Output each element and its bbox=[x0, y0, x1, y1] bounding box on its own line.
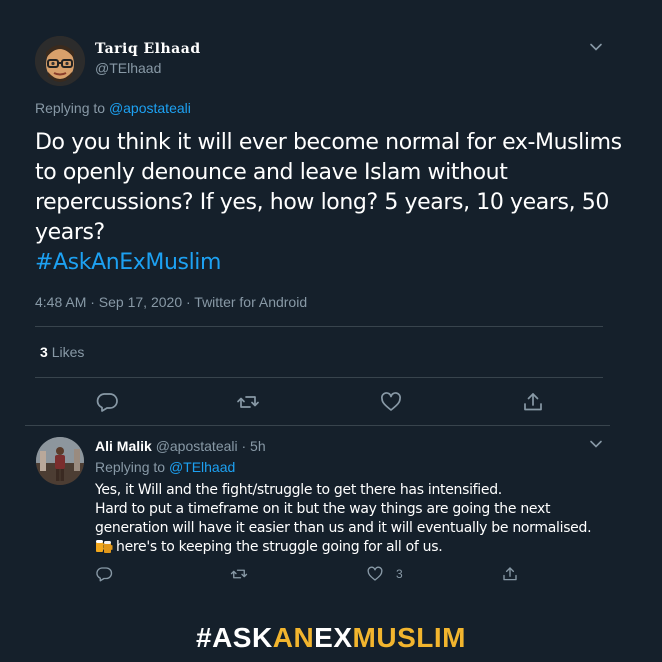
retweet-icon[interactable] bbox=[236, 390, 260, 414]
likes-label: Likes bbox=[51, 344, 85, 360]
reply-text-line: Yes, it Will and the fight/struggle to g… bbox=[95, 482, 502, 498]
banner-part: MUSLIM bbox=[352, 622, 466, 653]
divider bbox=[35, 377, 603, 378]
avatar[interactable] bbox=[35, 36, 85, 86]
like-icon[interactable] bbox=[379, 390, 403, 414]
divider bbox=[35, 326, 603, 327]
more-options-chevron-down-icon[interactable] bbox=[589, 437, 603, 456]
like-icon[interactable] bbox=[366, 565, 384, 583]
banner-part: #ASK bbox=[196, 622, 273, 653]
reply-text-line: here's to keeping the struggle going for… bbox=[116, 539, 443, 555]
reply-handle-time[interactable]: @apostateali · 5h bbox=[156, 438, 266, 454]
retweet-icon[interactable] bbox=[230, 565, 248, 588]
reply-author[interactable]: Ali Malik @apostateali · 5h bbox=[95, 438, 266, 454]
replying-to: Replying to @apostateali bbox=[35, 100, 191, 116]
banner-part: EX bbox=[314, 622, 353, 653]
tweet-text: Do you think it will ever become normal … bbox=[35, 130, 622, 245]
replying-prefix: Replying to bbox=[35, 100, 106, 116]
share-icon[interactable] bbox=[521, 390, 545, 414]
divider bbox=[25, 425, 610, 426]
like-button[interactable]: 3 bbox=[366, 565, 403, 583]
display-name[interactable]: Tariq Elhaad bbox=[95, 41, 201, 57]
reply-icon[interactable] bbox=[95, 390, 119, 414]
replying-prefix: Replying to bbox=[95, 459, 166, 475]
replying-to: Replying to @TElhaad bbox=[95, 459, 235, 475]
hashtag-link[interactable]: #AskAnExMuslim bbox=[35, 248, 625, 278]
ask-an-ex-muslim-banner: #ASKANEXMUSLIM bbox=[0, 622, 662, 654]
likes-number: 3 bbox=[40, 344, 48, 360]
beer-mugs-icon bbox=[95, 538, 113, 554]
reply-icon[interactable] bbox=[95, 565, 113, 588]
tweet-body: Do you think it will ever become normal … bbox=[35, 128, 625, 278]
person-photo-avatar-icon bbox=[36, 437, 84, 485]
reply-text-line-with-emoji: here's to keeping the struggle going for… bbox=[95, 538, 615, 557]
likes-count[interactable]: 3 Likes bbox=[40, 344, 84, 360]
avatar[interactable] bbox=[36, 437, 84, 485]
reply-body: Yes, it Will and the fight/struggle to g… bbox=[95, 481, 615, 557]
replying-to-link[interactable]: @apostateali bbox=[109, 100, 191, 116]
replying-to-link[interactable]: @TElhaad bbox=[169, 459, 235, 475]
like-count: 3 bbox=[396, 567, 403, 581]
cartoon-face-avatar-icon bbox=[35, 36, 85, 86]
user-handle[interactable]: @TElhaad bbox=[95, 60, 161, 76]
banner-part: AN bbox=[272, 622, 315, 653]
share-icon[interactable] bbox=[501, 565, 519, 588]
reply-text-line: generation will have it easier than us a… bbox=[95, 520, 592, 536]
more-options-chevron-down-icon[interactable] bbox=[589, 40, 603, 59]
reply-display-name[interactable]: Ali Malik bbox=[95, 438, 152, 454]
tweet-timestamp[interactable]: 4:48 AM · Sep 17, 2020 · Twitter for And… bbox=[35, 294, 307, 310]
reply-text-line: Hard to put a timeframe on it but the wa… bbox=[95, 501, 551, 517]
